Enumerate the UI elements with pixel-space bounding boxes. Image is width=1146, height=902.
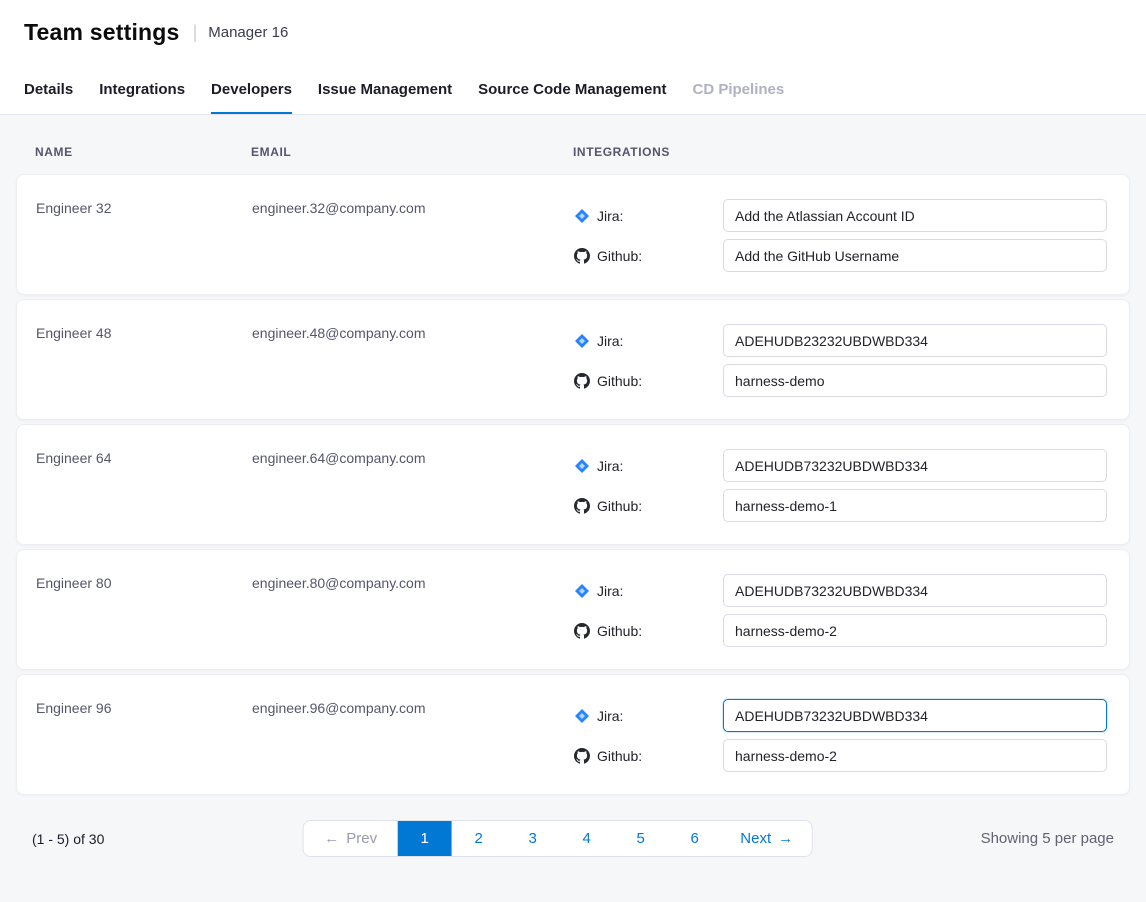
prev-label: Prev <box>346 830 377 847</box>
table-row: Engineer 96 engineer.96@company.com Jira… <box>16 674 1130 795</box>
page-header: Team settings | Manager 16 <box>0 0 1146 64</box>
tab-cd-pipelines: CD Pipelines <box>693 81 785 114</box>
jira-label: Jira: <box>597 208 623 224</box>
arrow-left-icon: ← <box>324 830 339 847</box>
github-icon <box>574 248 590 264</box>
integrations-cell: Jira: Github: <box>574 300 1129 419</box>
per-page-label: Showing 5 per page <box>981 830 1114 847</box>
title-divider: | <box>193 22 198 43</box>
jira-icon <box>574 583 590 599</box>
tab-source-code-management[interactable]: Source Code Management <box>478 81 666 114</box>
github-username-input[interactable] <box>723 489 1107 522</box>
jira-account-id-input-focused[interactable] <box>723 699 1107 732</box>
github-row: Github: <box>574 739 1129 772</box>
jira-label: Jira: <box>597 708 623 724</box>
table-header-row: NAME EMAIL INTEGRATIONS <box>16 115 1130 174</box>
github-username-input[interactable] <box>723 739 1107 772</box>
table-row: Engineer 48 engineer.48@company.com Jira… <box>16 299 1130 420</box>
developer-email: engineer.80@company.com <box>252 550 574 669</box>
jira-account-id-input[interactable] <box>723 449 1107 482</box>
jira-row: Jira: <box>574 449 1129 482</box>
column-header-email: EMAIL <box>251 145 573 159</box>
page-button-3[interactable]: 3 <box>506 821 560 856</box>
jira-account-id-input[interactable] <box>723 574 1107 607</box>
developer-email: engineer.96@company.com <box>252 675 574 794</box>
github-icon <box>574 373 590 389</box>
pagination-bar: (1 - 5) of 30 ← Prev 1 2 3 4 5 6 Next → … <box>16 820 1130 857</box>
jira-account-id-input[interactable] <box>723 324 1107 357</box>
github-row: Github: <box>574 614 1129 647</box>
jira-icon <box>574 333 590 349</box>
page-button-2[interactable]: 2 <box>452 821 506 856</box>
next-page-button[interactable]: Next → <box>722 821 812 856</box>
github-icon <box>574 498 590 514</box>
jira-label: Jira: <box>597 333 623 349</box>
github-label: Github: <box>597 748 642 764</box>
github-row: Github: <box>574 489 1129 522</box>
github-username-input[interactable] <box>723 239 1107 272</box>
tab-integrations[interactable]: Integrations <box>99 81 185 114</box>
developer-name: Engineer 48 <box>36 300 252 419</box>
page-button-5[interactable]: 5 <box>614 821 668 856</box>
team-name: Manager 16 <box>208 24 288 41</box>
table-row: Engineer 64 engineer.64@company.com Jira… <box>16 424 1130 545</box>
github-icon <box>574 748 590 764</box>
pager: ← Prev 1 2 3 4 5 6 Next → <box>303 820 813 857</box>
next-label: Next <box>740 830 771 847</box>
page-button-6[interactable]: 6 <box>668 821 722 856</box>
jira-row: Jira: <box>574 574 1129 607</box>
integrations-cell: Jira: Github: <box>574 550 1129 669</box>
jira-label: Jira: <box>597 583 623 599</box>
page-button-1[interactable]: 1 <box>398 821 452 856</box>
tab-issue-management[interactable]: Issue Management <box>318 81 452 114</box>
jira-row: Jira: <box>574 199 1129 232</box>
integrations-cell: Jira: Github: <box>574 175 1129 294</box>
developer-email: engineer.64@company.com <box>252 425 574 544</box>
integrations-cell: Jira: Github: <box>574 675 1129 794</box>
github-row: Github: <box>574 239 1129 272</box>
arrow-right-icon: → <box>778 830 793 847</box>
page-title: Team settings <box>24 19 180 46</box>
jira-row: Jira: <box>574 324 1129 357</box>
tab-developers[interactable]: Developers <box>211 81 292 114</box>
developer-email: engineer.48@company.com <box>252 300 574 419</box>
jira-icon <box>574 208 590 224</box>
table-row: Engineer 32 engineer.32@company.com Jira… <box>16 174 1130 295</box>
github-label: Github: <box>597 498 642 514</box>
developers-panel: NAME EMAIL INTEGRATIONS Engineer 32 engi… <box>0 115 1146 857</box>
github-label: Github: <box>597 623 642 639</box>
integrations-cell: Jira: Github: <box>574 425 1129 544</box>
github-row: Github: <box>574 364 1129 397</box>
jira-account-id-input[interactable] <box>723 199 1107 232</box>
jira-icon <box>574 458 590 474</box>
jira-icon <box>574 708 590 724</box>
github-username-input[interactable] <box>723 614 1107 647</box>
table-row: Engineer 80 engineer.80@company.com Jira… <box>16 549 1130 670</box>
tab-bar: Details Integrations Developers Issue Ma… <box>0 64 1146 115</box>
column-header-integrations: INTEGRATIONS <box>573 145 1130 159</box>
developer-email: engineer.32@company.com <box>252 175 574 294</box>
github-label: Github: <box>597 248 642 264</box>
developer-name: Engineer 32 <box>36 175 252 294</box>
developer-name: Engineer 64 <box>36 425 252 544</box>
jira-row: Jira: <box>574 699 1129 732</box>
github-username-input[interactable] <box>723 364 1107 397</box>
developer-name: Engineer 96 <box>36 675 252 794</box>
column-header-name: NAME <box>35 145 251 159</box>
prev-page-button[interactable]: ← Prev <box>304 821 398 856</box>
range-summary: (1 - 5) of 30 <box>32 831 104 847</box>
github-label: Github: <box>597 373 642 389</box>
page-button-4[interactable]: 4 <box>560 821 614 856</box>
developer-name: Engineer 80 <box>36 550 252 669</box>
tab-details[interactable]: Details <box>24 81 73 114</box>
github-icon <box>574 623 590 639</box>
jira-label: Jira: <box>597 458 623 474</box>
